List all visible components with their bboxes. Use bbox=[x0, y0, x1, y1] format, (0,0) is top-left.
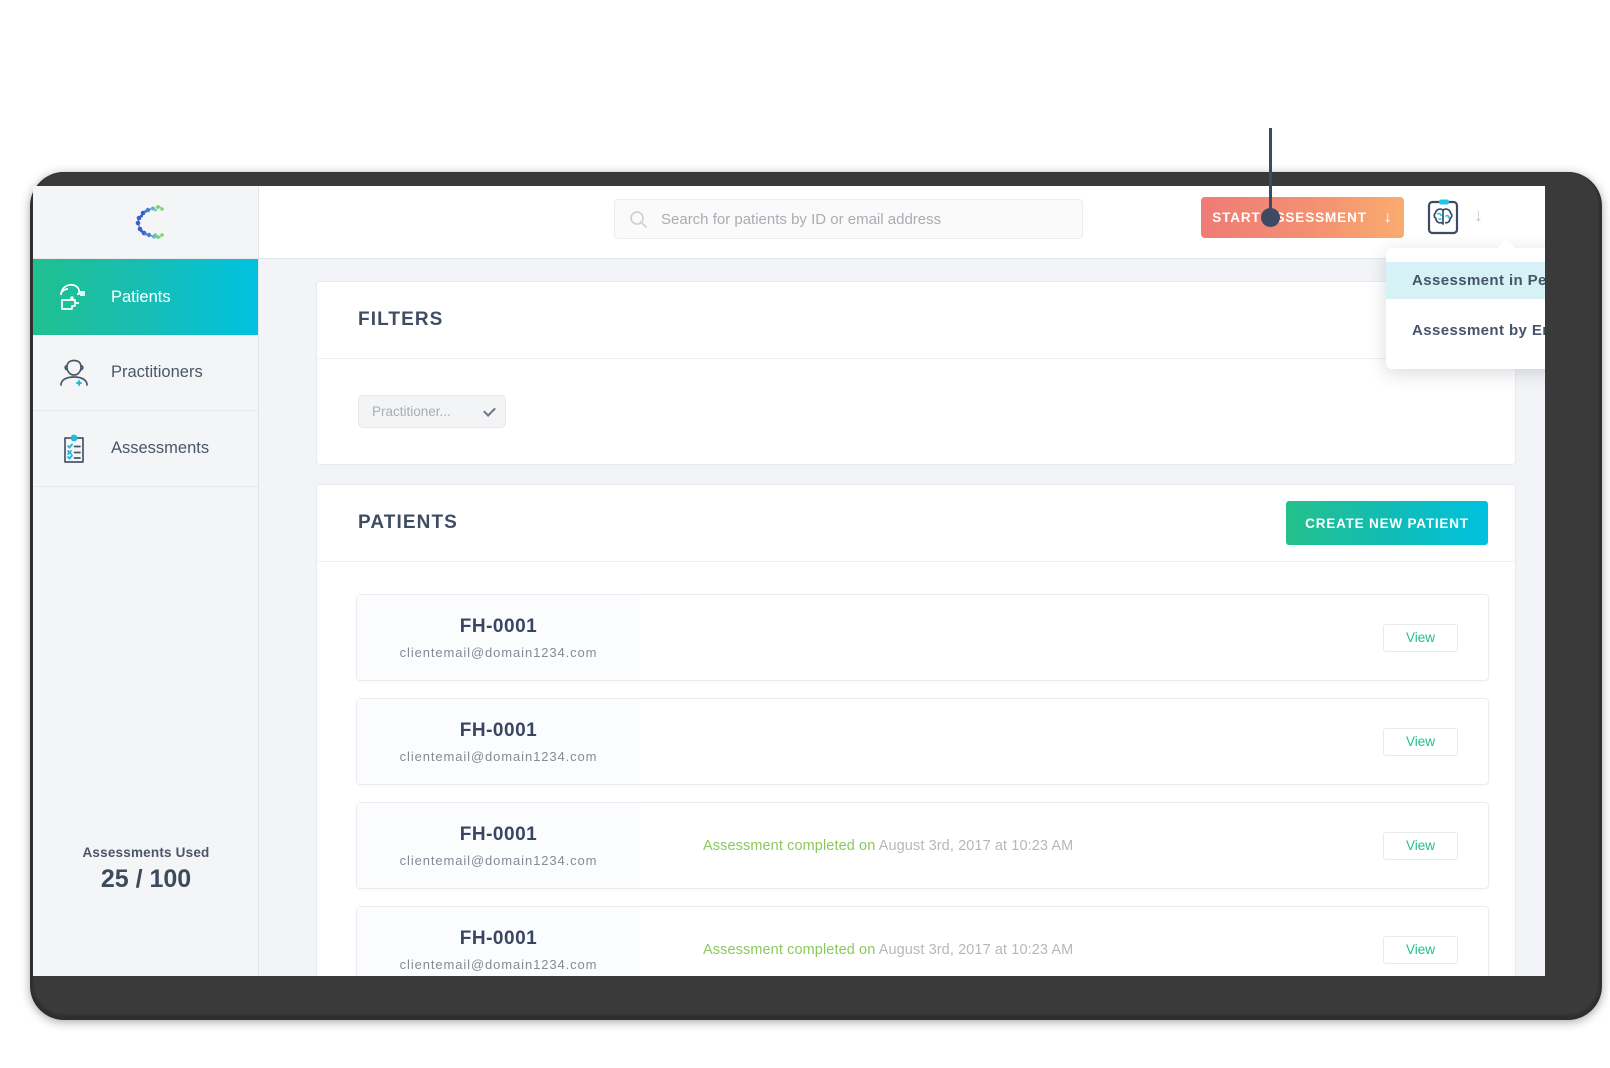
dropdown-item-assessment-by-email[interactable]: Assessment by Email bbox=[1386, 312, 1545, 349]
practitioner-select-value: Practitioner... bbox=[372, 404, 451, 419]
patient-email: clientemail@domain1234.com bbox=[399, 852, 598, 868]
view-button[interactable]: View bbox=[1383, 727, 1458, 756]
app-logo[interactable] bbox=[33, 186, 258, 259]
assessments-used-counter: Assessments Used 25 / 100 bbox=[33, 845, 259, 894]
sidebar-item-label: Patients bbox=[111, 287, 171, 306]
patient-id: FH-0001 bbox=[459, 927, 538, 949]
patients-list: FH-0001 clientemail@domain1234.com View … bbox=[317, 562, 1515, 976]
patient-identity: FH-0001 clientemail@domain1234.com bbox=[357, 699, 640, 784]
annotation-pin-line bbox=[1269, 128, 1272, 216]
dropdown-spacer bbox=[1386, 299, 1545, 312]
assessments-used-label: Assessments Used bbox=[82, 845, 210, 860]
status-date: August 3rd, 2017 at 10:23 AM bbox=[878, 837, 1074, 854]
table-row[interactable]: FH-0001 clientemail@domain1234.com View bbox=[356, 594, 1489, 681]
annotation-pin-dot bbox=[1261, 208, 1280, 227]
dropdown-item-label: Assessment by Email bbox=[1412, 322, 1545, 339]
view-button[interactable]: View bbox=[1383, 623, 1458, 652]
filters-title: FILTERS bbox=[358, 309, 444, 330]
filters-card: FILTERS Practitioner... bbox=[316, 281, 1516, 465]
dropdown-item-label: Assessment in Person bbox=[1412, 272, 1545, 289]
patient-identity: FH-0001 clientemail@domain1234.com bbox=[357, 907, 640, 976]
start-assessment-button[interactable]: START ASSESSMENT ↓ bbox=[1201, 197, 1404, 238]
assessments-used-value: 25 / 100 bbox=[100, 865, 192, 893]
search-icon bbox=[630, 210, 647, 228]
patients-card: PATIENTS CREATE NEW PATIENT FH-0001 clie… bbox=[316, 484, 1516, 976]
view-button[interactable]: View bbox=[1383, 831, 1458, 860]
sidebar-item-patients[interactable]: Patients bbox=[33, 259, 258, 335]
status-label: Assessment completed on bbox=[703, 837, 876, 854]
topbar: START ASSESSMENT ↓ bbox=[259, 186, 1545, 369]
practitioner-select[interactable]: Practitioner... bbox=[358, 395, 506, 428]
table-row[interactable]: FH-0001 clientemail@domain1234.com Asses… bbox=[356, 906, 1489, 976]
start-assessment-label: START ASSESSMENT bbox=[1212, 210, 1367, 225]
sidebar-item-assessments[interactable]: Assessments bbox=[33, 411, 258, 487]
patient-id: FH-0001 bbox=[459, 719, 538, 741]
patient-email: clientemail@domain1234.com bbox=[399, 644, 598, 660]
filters-header: FILTERS bbox=[317, 282, 1515, 359]
brain-clipboard-button[interactable] bbox=[1422, 196, 1464, 238]
dropdown-item-assessment-in-person[interactable]: Assessment in Person bbox=[1386, 262, 1545, 299]
start-assessment-dropdown: Assessment in Person Assessment by Email bbox=[1386, 248, 1545, 369]
sidebar-item-label: Assessments bbox=[111, 439, 210, 457]
patients-header: PATIENTS CREATE NEW PATIENT bbox=[317, 485, 1515, 562]
chevron-down-icon: ↓ bbox=[1383, 208, 1393, 226]
molecular-c-logo-icon bbox=[135, 205, 164, 239]
search-box[interactable] bbox=[614, 199, 1083, 239]
topbar-download-arrow-icon[interactable]: ↓ bbox=[1474, 205, 1483, 226]
sidebar: Patients Practitioners Assessments Asses… bbox=[33, 186, 259, 976]
patient-id: FH-0001 bbox=[459, 615, 538, 637]
table-row[interactable]: FH-0001 clientemail@domain1234.com Asses… bbox=[356, 802, 1489, 889]
patient-email: clientemail@domain1234.com bbox=[399, 748, 598, 764]
table-row[interactable]: FH-0001 clientemail@domain1234.com View bbox=[356, 698, 1489, 785]
status-date: August 3rd, 2017 at 10:23 AM bbox=[878, 941, 1074, 958]
brain-clipboard-icon bbox=[1427, 199, 1459, 235]
sidebar-item-label: Practitioners bbox=[111, 363, 203, 381]
app-screen: Patients Practitioners Assessments Asses… bbox=[33, 186, 1545, 976]
create-new-patient-button[interactable]: CREATE NEW PATIENT bbox=[1286, 501, 1488, 545]
person-plus-icon bbox=[60, 359, 88, 386]
patient-email: clientemail@domain1234.com bbox=[399, 956, 598, 972]
screenshot-stage: Patients Practitioners Assessments Asses… bbox=[0, 0, 1610, 1068]
patient-status: Assessment completed on August 3rd, 2017… bbox=[640, 838, 1383, 854]
patient-status: Assessment completed on August 3rd, 2017… bbox=[640, 942, 1383, 958]
clipboard-checklist-icon bbox=[64, 434, 84, 463]
search-input[interactable] bbox=[661, 210, 1061, 228]
patients-title: PATIENTS bbox=[358, 512, 458, 533]
main-content: FILTERS Practitioner... PATIENTS CREATE … bbox=[259, 259, 1545, 976]
head-profile-icon bbox=[60, 284, 85, 310]
status-label: Assessment completed on bbox=[703, 941, 876, 958]
patient-identity: FH-0001 clientemail@domain1234.com bbox=[357, 803, 640, 888]
chevron-down-icon bbox=[483, 403, 496, 417]
sidebar-item-practitioners[interactable]: Practitioners bbox=[33, 335, 258, 411]
filters-body: Practitioner... bbox=[317, 359, 1515, 464]
view-button[interactable]: View bbox=[1383, 935, 1458, 964]
patient-identity: FH-0001 clientemail@domain1234.com bbox=[357, 595, 640, 680]
patient-id: FH-0001 bbox=[459, 823, 538, 845]
